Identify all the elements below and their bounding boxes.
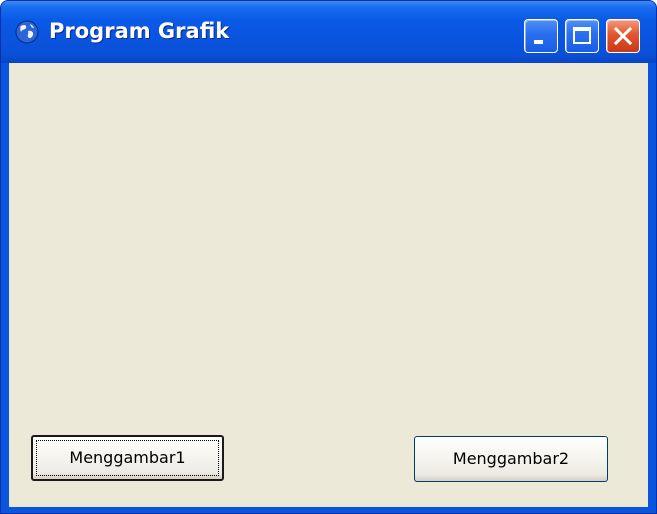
program-window: Program Grafik Menggambar1 Menggambar2 (0, 0, 657, 514)
menggambar2-button[interactable]: Menggambar2 (414, 436, 608, 482)
menggambar2-label: Menggambar2 (452, 449, 570, 468)
close-icon (613, 26, 633, 46)
close-button[interactable] (606, 19, 640, 53)
globe-icon[interactable] (15, 20, 39, 44)
maximize-button[interactable] (565, 19, 599, 53)
window-title: Program Grafik (49, 19, 230, 43)
menggambar1-label: Menggambar1 (69, 448, 186, 467)
maximize-icon (573, 27, 591, 44)
client-area: Menggambar1 Menggambar2 (9, 63, 648, 507)
minimize-icon (534, 40, 543, 44)
menggambar1-button[interactable]: Menggambar1 (31, 435, 224, 481)
title-bar[interactable]: Program Grafik (1, 1, 656, 63)
minimize-button[interactable] (524, 19, 558, 53)
